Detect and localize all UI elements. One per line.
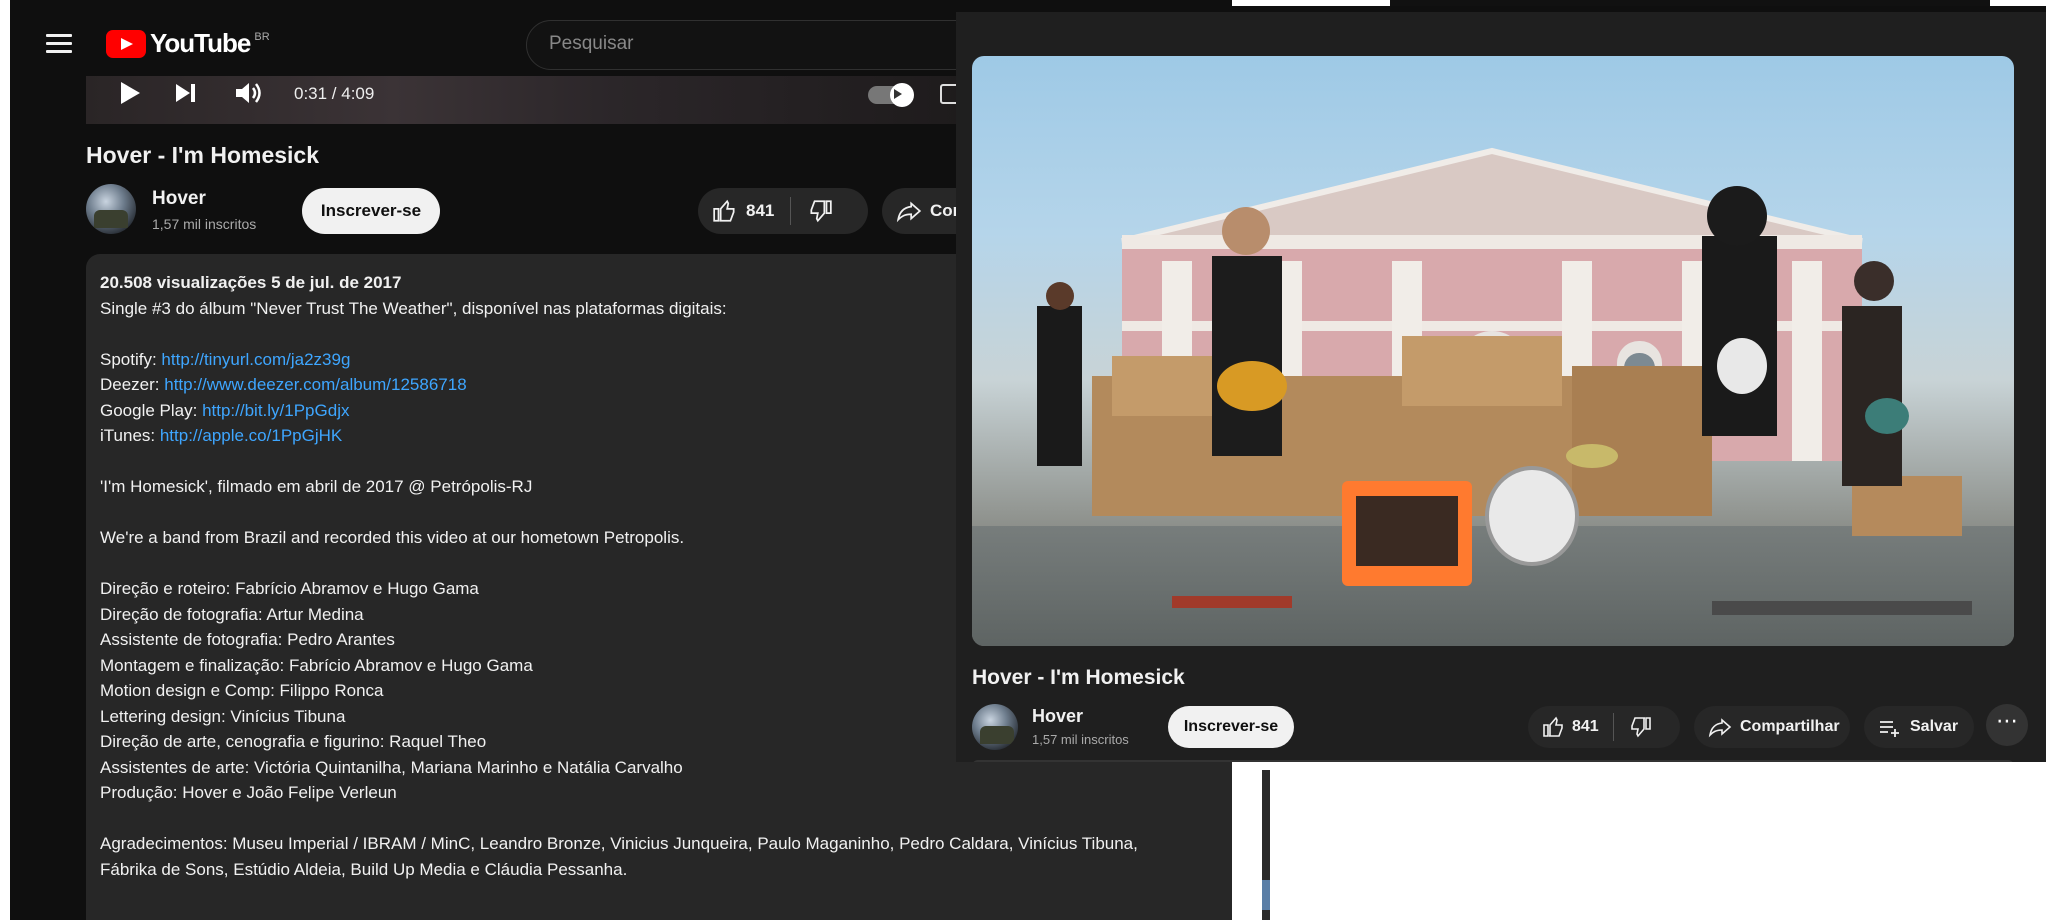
menu-icon[interactable] bbox=[46, 34, 72, 54]
like-icon[interactable] bbox=[712, 198, 738, 224]
save-button[interactable]: Salvar bbox=[1864, 706, 1974, 748]
video-title: Hover - I'm Homesick bbox=[972, 666, 1185, 689]
channel-avatar[interactable] bbox=[972, 704, 1018, 750]
youtube-play-logo-icon bbox=[106, 29, 146, 58]
channel-avatar[interactable] bbox=[86, 184, 136, 234]
video-frame[interactable] bbox=[972, 56, 2014, 646]
subscribe-button[interactable]: Inscrever-se bbox=[1168, 706, 1294, 748]
logo-region: BR bbox=[254, 30, 270, 43]
share-label: Compartilhar bbox=[1740, 718, 1840, 735]
autoplay-toggle[interactable] bbox=[868, 83, 914, 107]
channel-subscribers: 1,57 mil inscritos bbox=[1032, 732, 1129, 747]
save-playlist-icon bbox=[1880, 721, 1899, 737]
video-player-bottom[interactable] bbox=[86, 76, 966, 124]
like-divider bbox=[1612, 713, 1614, 741]
subscribe-button[interactable]: Inscrever-se bbox=[302, 188, 440, 234]
share-icon bbox=[896, 201, 922, 223]
background-window-edge-blue bbox=[1262, 880, 1270, 910]
dislike-icon[interactable] bbox=[1628, 715, 1652, 739]
next-icon[interactable] bbox=[174, 82, 198, 104]
video-title: Hover - I'm Homesick bbox=[86, 142, 319, 168]
player-time: 0:31 / 4:09 bbox=[294, 84, 375, 103]
youtube-window-right: Hover - I'm Homesick Hover 1,57 mil insc… bbox=[956, 6, 2046, 762]
desc-thanks-2: Fábrika de Sons, Estúdio Aldeia, Build U… bbox=[100, 859, 628, 879]
autoplay-play-icon bbox=[894, 89, 902, 99]
more-actions-button[interactable]: ⋯ bbox=[1986, 704, 2028, 746]
channel-name[interactable]: Hover bbox=[1032, 706, 1083, 727]
youtube-logo[interactable]: YouTube BR bbox=[106, 28, 270, 59]
credit-line: Produção: Hover e João Felipe Verleun bbox=[100, 783, 397, 802]
share-button[interactable]: Compartilhar bbox=[1694, 706, 1850, 748]
channel-subscribers: 1,57 mil inscritos bbox=[152, 216, 257, 232]
google-play-link[interactable]: http://bit.ly/1PpGdjx bbox=[202, 401, 349, 420]
deezer-link[interactable]: http://www.deezer.com/album/12586718 bbox=[164, 375, 466, 394]
like-divider bbox=[790, 197, 792, 225]
volume-icon[interactable] bbox=[234, 80, 264, 106]
share-icon bbox=[1708, 718, 1732, 738]
like-icon[interactable] bbox=[1542, 715, 1566, 739]
spotify-link[interactable]: http://tinyurl.com/ja2z39g bbox=[161, 350, 350, 369]
logo-text: YouTube bbox=[150, 28, 251, 58]
video-scene-band bbox=[1037, 186, 1972, 615]
save-label: Salvar bbox=[1910, 718, 1959, 735]
like-dislike-group: 841 bbox=[698, 188, 868, 234]
left-edge bbox=[0, 0, 10, 920]
channel-name[interactable]: Hover bbox=[152, 188, 206, 210]
like-dislike-group: 841 bbox=[1528, 706, 1680, 748]
play-icon[interactable] bbox=[118, 80, 142, 106]
description-panel-edge bbox=[972, 760, 2014, 762]
like-count[interactable]: 841 bbox=[1572, 718, 1599, 736]
desc-thanks-1: Agradecimentos: Museu Imperial / IBRAM /… bbox=[100, 834, 1138, 853]
like-count[interactable]: 841 bbox=[746, 201, 774, 221]
dislike-icon[interactable] bbox=[807, 198, 833, 224]
itunes-link[interactable]: http://apple.co/1PpGjHK bbox=[160, 426, 342, 445]
